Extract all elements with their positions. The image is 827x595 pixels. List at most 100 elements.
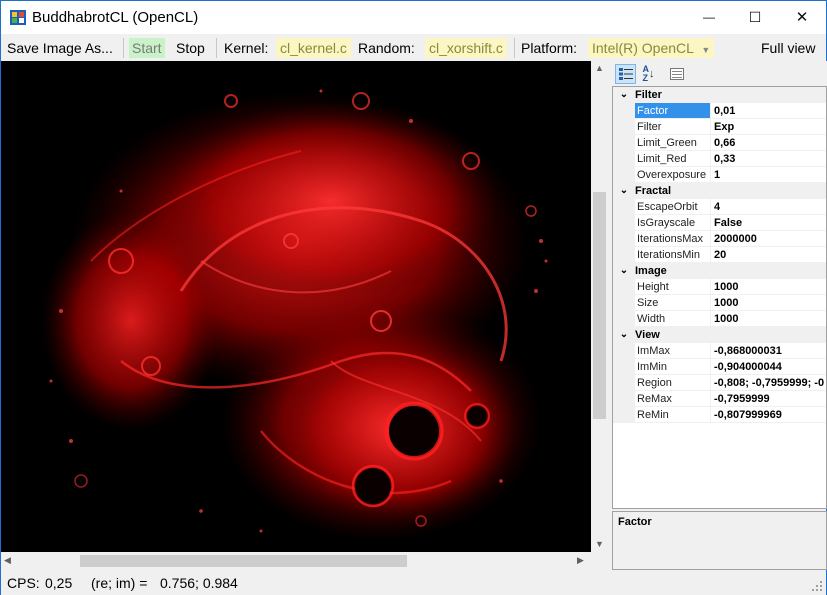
property-name: ReMax xyxy=(635,391,711,406)
property-row[interactable]: Region -0,808; -0,7959999; -0 xyxy=(613,375,826,391)
property-row[interactable]: Limit_Green 0,66 xyxy=(613,135,826,151)
property-value[interactable]: 0,01 xyxy=(711,103,826,118)
scroll-down-icon[interactable]: ▼ xyxy=(595,539,604,549)
property-row[interactable]: Limit_Red 0,33 xyxy=(613,151,826,167)
stop-button[interactable]: Stop xyxy=(176,38,205,58)
scroll-right-icon[interactable]: ▶ xyxy=(577,555,584,566)
property-description-panel: Factor xyxy=(612,511,827,570)
description-title: Factor xyxy=(618,516,652,528)
property-row[interactable]: EscapeOrbit 4 xyxy=(613,199,826,215)
property-name: ImMin xyxy=(635,359,711,374)
scroll-left-icon[interactable]: ◀ xyxy=(4,555,11,566)
window-title: BuddhabrotCL (OpenCL) xyxy=(32,9,199,26)
minimize-icon: — xyxy=(703,10,715,24)
category-title: Filter xyxy=(635,88,662,101)
canvas-horizontal-scrollbar[interactable]: ◀ ▶ xyxy=(1,552,591,570)
scroll-up-icon[interactable]: ▲ xyxy=(595,63,604,73)
maximize-button[interactable]: ☐ xyxy=(732,1,778,33)
platform-value: Intel(R) OpenCL xyxy=(592,40,694,56)
property-row[interactable]: IsGrayscale False xyxy=(613,215,826,231)
category-title: Fractal xyxy=(635,184,672,197)
grid-category-fractal[interactable]: ⌄ Fractal EscapeOrbit 4 IsGrayscale False I… xyxy=(613,183,826,263)
maximize-icon: ☐ xyxy=(748,8,762,25)
property-row[interactable]: ReMax -0,7959999 xyxy=(613,391,826,407)
property-row[interactable]: Width 1000 xyxy=(613,311,826,327)
property-name: ReMin xyxy=(635,407,711,422)
status-bar: CPS: 0,25 (re; im) = 0.756; 0.984 xyxy=(1,571,826,595)
minimize-button[interactable]: — xyxy=(686,1,732,33)
resize-grip-icon[interactable] xyxy=(811,580,823,592)
property-name: IterationsMax xyxy=(635,231,711,246)
category-header[interactable]: ⌄ Fractal xyxy=(613,183,826,199)
property-name: Limit_Green xyxy=(635,135,711,150)
property-row[interactable]: ReMin -0,807999969 xyxy=(613,407,826,423)
property-row[interactable]: IterationsMax 2000000 xyxy=(613,231,826,247)
property-row[interactable]: Factor 0,01 xyxy=(613,103,826,119)
canvas-vertical-scrollbar[interactable]: ▲ ▼ xyxy=(591,61,608,552)
categorized-button[interactable] xyxy=(615,64,636,84)
property-row[interactable]: Overexposure 1 xyxy=(613,167,826,183)
property-value[interactable]: -0,7959999 xyxy=(711,391,826,406)
scrollbar-thumb[interactable] xyxy=(80,555,407,567)
toolbar-separator xyxy=(216,38,217,58)
property-row[interactable]: Height 1000 xyxy=(613,279,826,295)
buddhabrot-image xyxy=(1,61,591,552)
property-value[interactable]: 0,33 xyxy=(711,151,826,166)
property-value[interactable]: 1000 xyxy=(711,295,826,310)
category-header[interactable]: ⌄ Filter xyxy=(613,87,826,103)
kernel-selector[interactable]: cl_kernel.c xyxy=(276,38,351,58)
property-value[interactable]: 1000 xyxy=(711,279,826,294)
start-button[interactable]: Start xyxy=(129,38,165,58)
title-bar[interactable]: BuddhabrotCL (OpenCL) — ☐ ✕ xyxy=(1,1,826,34)
fractal-canvas[interactable] xyxy=(1,61,608,570)
coord-value: 0.756; 0.984 xyxy=(160,575,238,591)
property-row[interactable]: IterationsMin 20 xyxy=(613,247,826,263)
collapse-icon[interactable]: ⌄ xyxy=(613,329,635,340)
property-value[interactable]: 1000 xyxy=(711,311,826,326)
grid-category-view[interactable]: ⌄ View ImMax -0,868000031 ImMin -0,90400004… xyxy=(613,327,826,423)
property-value[interactable]: -0,868000031 xyxy=(711,343,826,358)
category-header[interactable]: ⌄ View xyxy=(613,327,826,343)
collapse-icon[interactable]: ⌄ xyxy=(613,185,635,196)
platform-dropdown[interactable]: Intel(R) OpenCL ▼ xyxy=(588,38,715,58)
property-value[interactable]: Exp xyxy=(711,119,826,134)
property-value[interactable]: 2000000 xyxy=(711,231,826,246)
property-pages-button[interactable] xyxy=(666,64,687,84)
property-value[interactable]: 20 xyxy=(711,247,826,262)
property-value[interactable]: 4 xyxy=(711,199,826,214)
property-value[interactable]: 0,66 xyxy=(711,135,826,150)
alphabetical-button[interactable]: AZ ↓ xyxy=(638,64,659,84)
app-window: BuddhabrotCL (OpenCL) — ☐ ✕ Save Image A… xyxy=(0,0,827,595)
save-image-button[interactable]: Save Image As... xyxy=(7,38,113,58)
property-pages-icon xyxy=(669,68,684,80)
grid-category-filter[interactable]: ⌄ Filter Factor 0,01 Filter Exp Limit_Green… xyxy=(613,87,826,183)
property-name: IterationsMin xyxy=(635,247,711,262)
random-selector[interactable]: cl_xorshift.c xyxy=(425,38,507,58)
property-row[interactable]: ImMin -0,904000044 xyxy=(613,359,826,375)
category-header[interactable]: ⌄ Image xyxy=(613,263,826,279)
property-row[interactable]: Size 1000 xyxy=(613,295,826,311)
property-value[interactable]: -0,808; -0,7959999; -0 xyxy=(711,375,826,390)
property-row[interactable]: ImMax -0,868000031 xyxy=(613,343,826,359)
property-name: EscapeOrbit xyxy=(635,199,711,214)
cps-label: CPS: xyxy=(7,575,40,591)
coord-label: (re; im) = xyxy=(91,575,148,591)
collapse-icon[interactable]: ⌄ xyxy=(613,265,635,276)
toolbar-separator xyxy=(123,38,124,58)
property-name: Filter xyxy=(635,119,711,134)
full-view-button[interactable]: Full view xyxy=(761,38,815,58)
property-name-selected: Factor xyxy=(635,103,711,118)
property-grid-toolbar: AZ ↓ xyxy=(611,61,827,86)
property-row[interactable]: Filter Exp xyxy=(613,119,826,135)
property-value[interactable]: -0,904000044 xyxy=(711,359,826,374)
chevron-down-icon: ▼ xyxy=(701,45,711,55)
property-value[interactable]: False xyxy=(711,215,826,230)
property-value[interactable]: 1 xyxy=(711,167,826,182)
close-button[interactable]: ✕ xyxy=(779,1,825,33)
property-value[interactable]: -0,807999969 xyxy=(711,407,826,422)
scrollbar-thumb[interactable] xyxy=(593,192,606,419)
grid-category-image[interactable]: ⌄ Image Height 1000 Size 1000 Width 1000 xyxy=(613,263,826,327)
collapse-icon[interactable]: ⌄ xyxy=(613,89,635,100)
cps-value: 0,25 xyxy=(45,575,73,591)
platform-label: Platform: xyxy=(521,40,578,56)
